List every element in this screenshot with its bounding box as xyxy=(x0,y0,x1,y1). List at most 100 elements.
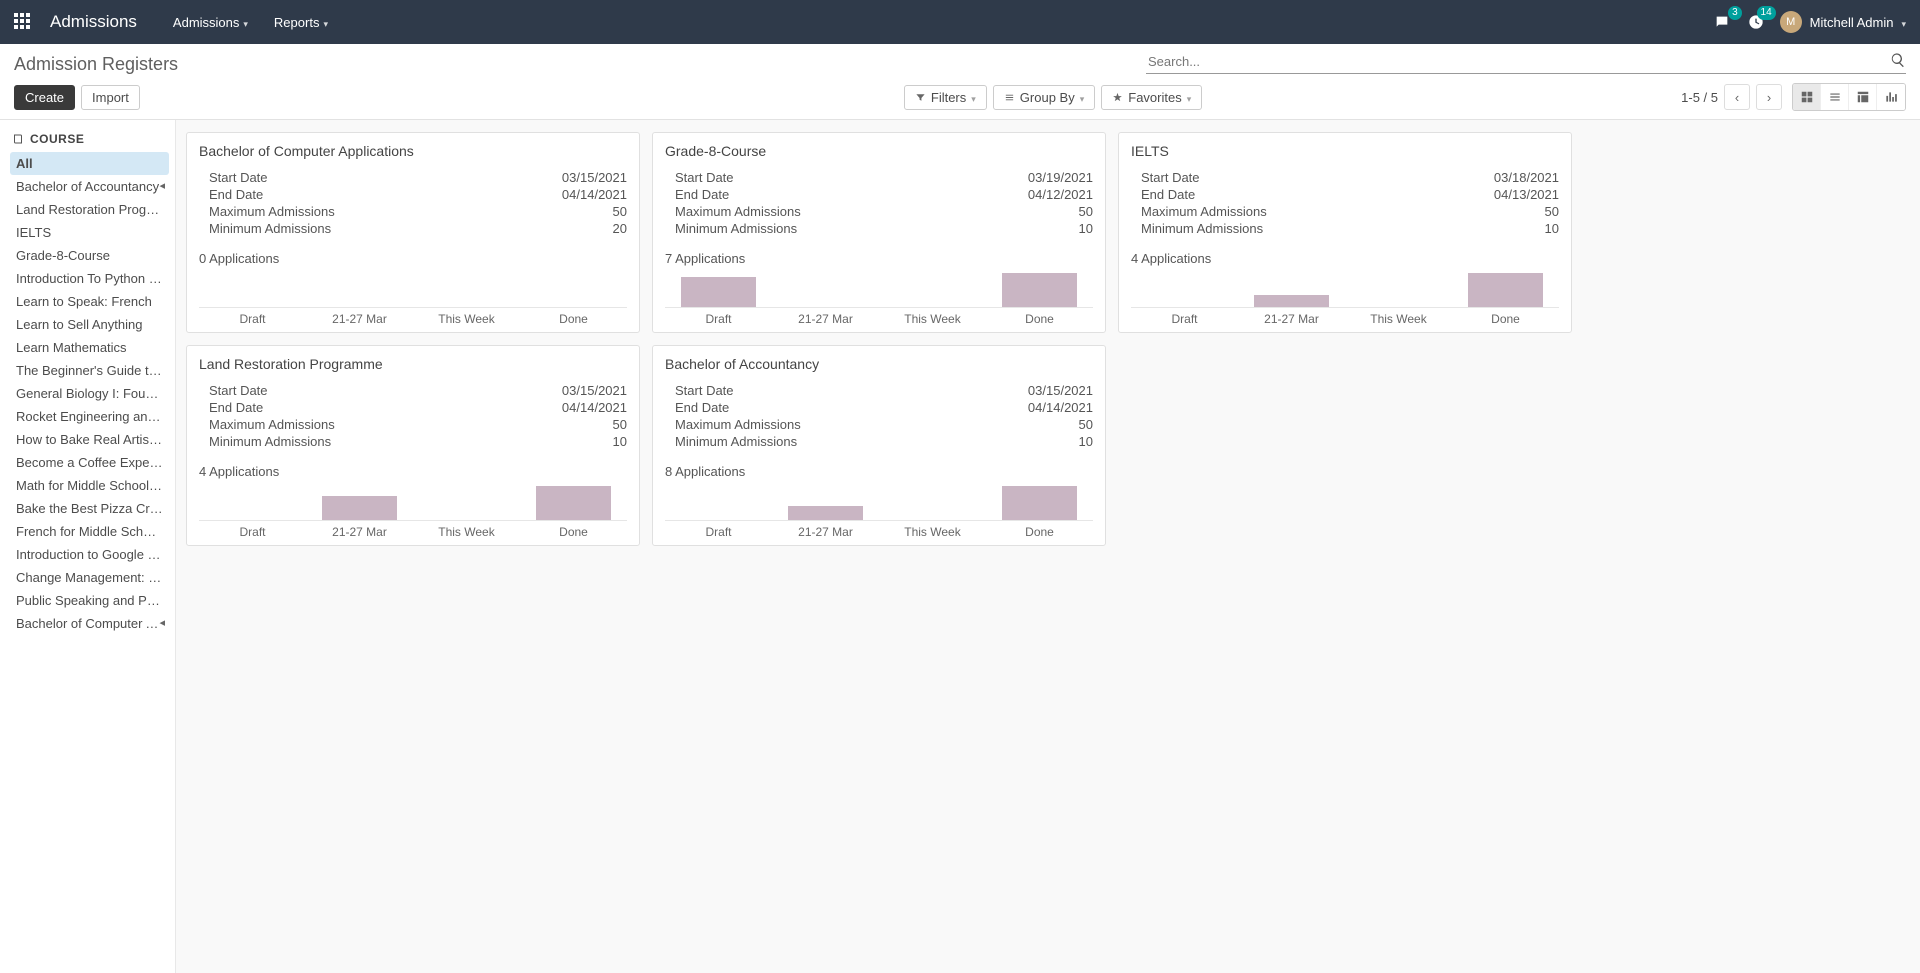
mini-bar-chart xyxy=(665,272,1093,308)
sidebar-item[interactable]: Bachelor of Accountancy◂ xyxy=(10,175,169,198)
view-kanban[interactable] xyxy=(1793,84,1821,110)
sidebar-item[interactable]: Learn to Speak: French xyxy=(10,290,169,313)
chart-label: 21-27 Mar xyxy=(772,525,879,539)
nav-menu-admissions-label: Admissions xyxy=(173,15,239,30)
applications-count: 4 Applications xyxy=(1131,251,1559,266)
field-label: End Date xyxy=(199,187,263,202)
field-label: End Date xyxy=(1131,187,1195,202)
kanban-card[interactable]: Land Restoration ProgrammeStart Date03/1… xyxy=(186,345,640,546)
sidebar-heading-label: COURSE xyxy=(30,132,84,146)
chart-bar xyxy=(1002,273,1077,307)
sidebar-item[interactable]: Introduction To Python Progr… xyxy=(10,267,169,290)
card-field-start: Start Date03/19/2021 xyxy=(665,169,1093,186)
messages-icon[interactable]: 3 xyxy=(1712,12,1732,32)
sidebar-item[interactable]: General Biology I: Foundatio… xyxy=(10,382,169,405)
field-label: Minimum Admissions xyxy=(665,221,797,236)
activities-icon[interactable]: 14 xyxy=(1746,12,1766,32)
card-field-min: Minimum Admissions10 xyxy=(665,433,1093,450)
applications-count: 8 Applications xyxy=(665,464,1093,479)
user-menu[interactable]: M Mitchell Admin xyxy=(1780,11,1906,33)
view-pivot[interactable] xyxy=(1849,84,1877,110)
sidebar-item[interactable]: IELTS xyxy=(10,221,169,244)
field-value: 50 xyxy=(613,204,627,219)
mini-bar-chart xyxy=(199,272,627,308)
chevron-left-icon: ◂ xyxy=(159,616,165,629)
field-value: 10 xyxy=(1545,221,1559,236)
filters-dropdown[interactable]: Filters xyxy=(904,85,987,110)
chart-labels: Draft21-27 MarThis WeekDone xyxy=(1131,308,1559,326)
chart-bar xyxy=(536,486,611,520)
view-chart[interactable] xyxy=(1877,84,1905,110)
field-label: Minimum Admissions xyxy=(1131,221,1263,236)
card-field-end: End Date04/14/2021 xyxy=(199,186,627,203)
sidebar-item[interactable]: Grade-8-Course xyxy=(10,244,169,267)
sidebar-item[interactable]: French for Middle Schoolers xyxy=(10,520,169,543)
favorites-dropdown[interactable]: Favorites xyxy=(1101,85,1202,110)
chart-label: 21-27 Mar xyxy=(306,312,413,326)
sidebar-item[interactable]: Land Restoration Programme xyxy=(10,198,169,221)
view-list[interactable] xyxy=(1821,84,1849,110)
field-label: End Date xyxy=(199,400,263,415)
field-value: 50 xyxy=(1545,204,1559,219)
sidebar-item[interactable]: Become a Coffee Expert: Ho… xyxy=(10,451,169,474)
field-value: 03/18/2021 xyxy=(1494,170,1559,185)
chart-labels: Draft21-27 MarThis WeekDone xyxy=(665,521,1093,539)
chart-bar xyxy=(1254,295,1329,307)
mini-bar-chart xyxy=(199,485,627,521)
card-field-max: Maximum Admissions50 xyxy=(199,416,627,433)
sidebar-item[interactable]: Bake the Best Pizza Crust xyxy=(10,497,169,520)
sidebar-item[interactable]: Rocket Engineering and Inte… xyxy=(10,405,169,428)
field-value: 03/15/2021 xyxy=(1028,383,1093,398)
field-label: Maximum Admissions xyxy=(199,417,335,432)
field-label: Start Date xyxy=(1131,170,1200,185)
field-label: Maximum Admissions xyxy=(1131,204,1267,219)
sidebar-item[interactable]: All xyxy=(10,152,169,175)
search-input[interactable] xyxy=(1146,50,1906,73)
sidebar-item[interactable]: Math for Middle Schoolers: S… xyxy=(10,474,169,497)
main: COURSE AllBachelor of Accountancy◂Land R… xyxy=(0,120,1920,973)
nav-menu-admissions[interactable]: Admissions xyxy=(173,15,248,30)
kanban-card[interactable]: IELTSStart Date03/18/2021End Date04/13/2… xyxy=(1118,132,1572,333)
chevron-left-icon: ◂ xyxy=(159,179,165,192)
chart-bar xyxy=(1468,273,1543,307)
sidebar-item[interactable]: The Beginner's Guide to Veg… xyxy=(10,359,169,382)
field-value: 04/12/2021 xyxy=(1028,187,1093,202)
list-icon xyxy=(1004,92,1015,103)
sidebar-heading: COURSE xyxy=(10,132,169,152)
field-value: 10 xyxy=(613,434,627,449)
kanban-card[interactable]: Grade-8-CourseStart Date03/19/2021End Da… xyxy=(652,132,1106,333)
kanban-card[interactable]: Bachelor of Computer ApplicationsStart D… xyxy=(186,132,640,333)
kanban-card[interactable]: Bachelor of AccountancyStart Date03/15/2… xyxy=(652,345,1106,546)
sidebar-item[interactable]: Bachelor of Computer Ap…◂ xyxy=(10,612,169,635)
create-button[interactable]: Create xyxy=(14,85,75,110)
sidebar-item[interactable]: Change Management: Real … xyxy=(10,566,169,589)
search-icon[interactable] xyxy=(1890,52,1906,71)
pager-next[interactable]: › xyxy=(1756,84,1782,110)
groupby-dropdown[interactable]: Group By xyxy=(993,85,1095,110)
card-field-end: End Date04/12/2021 xyxy=(665,186,1093,203)
board: Bachelor of Computer ApplicationsStart D… xyxy=(176,120,1920,973)
nav-menu-reports[interactable]: Reports xyxy=(274,15,328,30)
import-button[interactable]: Import xyxy=(81,85,140,110)
filter-icon xyxy=(915,92,926,103)
apps-icon[interactable] xyxy=(14,13,32,31)
card-field-max: Maximum Admissions 50 xyxy=(1131,203,1559,220)
star-icon xyxy=(1112,92,1123,103)
page-title: Admission Registers xyxy=(14,50,178,75)
app-title: Admissions xyxy=(50,12,137,32)
card-field-max: Maximum Admissions50 xyxy=(665,203,1093,220)
search-box[interactable] xyxy=(1146,50,1906,74)
sidebar-item[interactable]: Learn Mathematics xyxy=(10,336,169,359)
navbar: Admissions Admissions Reports 3 14 M Mit… xyxy=(0,0,1920,44)
card-field-min: Minimum Admissions 10 xyxy=(1131,220,1559,237)
sidebar-item[interactable]: Introduction to Google Sheets xyxy=(10,543,169,566)
groupby-label: Group By xyxy=(1020,90,1075,105)
chevron-down-icon xyxy=(1080,90,1085,105)
field-value: 04/14/2021 xyxy=(1028,400,1093,415)
sidebar-item[interactable]: How to Bake Real Artisan Br… xyxy=(10,428,169,451)
card-field-start: Start Date 03/18/2021 xyxy=(1131,169,1559,186)
pager-prev[interactable]: ‹ xyxy=(1724,84,1750,110)
sidebar-item[interactable]: Public Speaking and Present… xyxy=(10,589,169,612)
card-field-max: Maximum Admissions50 xyxy=(665,416,1093,433)
sidebar-item[interactable]: Learn to Sell Anything xyxy=(10,313,169,336)
